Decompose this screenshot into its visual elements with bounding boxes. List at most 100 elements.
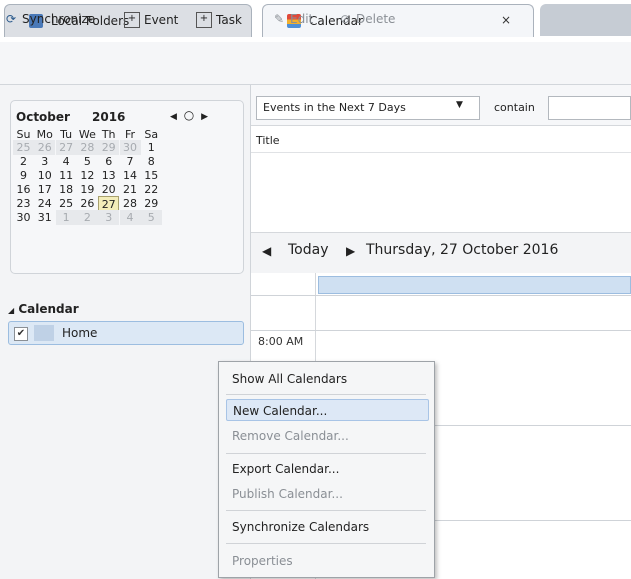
event-list-header (251, 126, 631, 153)
sync-icon: ⟳ (5, 12, 17, 26)
calendar-item-label: Home (62, 326, 98, 340)
calendar-day[interactable]: 2 (76, 210, 98, 225)
menu-item-label: Export Calendar... (232, 462, 340, 476)
tab-strip-background (540, 4, 631, 36)
synchronize-label: Synchronize (22, 12, 96, 26)
calendar-day[interactable]: 1 (55, 210, 77, 225)
calendar-day[interactable]: 25 (13, 140, 34, 155)
calendar-day[interactable]: 7 (120, 154, 141, 169)
all-day-events-bar[interactable] (318, 276, 631, 294)
previous-day-button[interactable]: ◀ (262, 244, 271, 258)
calendar-day[interactable]: 22 (141, 182, 162, 197)
calendar-day[interactable]: 12 (77, 168, 98, 183)
calendar-day[interactable]: 3 (34, 154, 55, 169)
contain-label: contain (494, 101, 535, 114)
calendar-checkbox[interactable]: ✔ (14, 327, 28, 341)
menu-separator (226, 510, 426, 511)
toolbar (0, 42, 631, 85)
calendar-day[interactable]: 13 (98, 168, 119, 183)
calendar-day[interactable]: 20 (98, 182, 119, 197)
calendar-day[interactable]: 30 (119, 140, 141, 155)
calendar-day[interactable]: 29 (141, 196, 162, 211)
menu-item-remove-calendar[interactable]: Remove Calendar... (226, 425, 429, 447)
calendar-day[interactable]: 5 (77, 154, 98, 169)
calendar-day[interactable]: 28 (76, 140, 98, 155)
mini-calendar-year[interactable]: 2016 (92, 110, 125, 124)
calendar-day[interactable]: 26 (77, 196, 98, 211)
edit-button[interactable]: ✎ Edit (272, 12, 313, 26)
grid-line (251, 295, 631, 296)
menu-item-label: Remove Calendar... (232, 429, 349, 443)
calendar-day[interactable]: 3 (98, 210, 120, 225)
calendar-day[interactable]: 25 (56, 196, 77, 211)
delete-label: Delete (356, 12, 396, 26)
menu-separator (226, 394, 426, 395)
calendar-day[interactable]: 18 (56, 182, 77, 197)
new-event-button[interactable]: + Event (124, 12, 178, 28)
calendar-day[interactable]: 27 (98, 196, 120, 211)
calendar-day[interactable]: 23 (13, 196, 34, 211)
calendar-day[interactable]: 31 (34, 210, 55, 225)
menu-item-label: Properties (232, 554, 293, 568)
calendar-day[interactable]: 11 (56, 168, 77, 183)
task-label: Task (216, 13, 242, 27)
calendar-day[interactable]: 9 (13, 168, 34, 183)
menu-item-publish-calendar[interactable]: Publish Calendar... (226, 483, 429, 505)
task-icon: + (196, 12, 212, 28)
menu-item-properties[interactable]: Properties (226, 550, 429, 572)
today-button[interactable]: Today (288, 242, 329, 258)
calendar-day[interactable]: 8 (141, 154, 162, 169)
calendar-day[interactable]: 10 (34, 168, 55, 183)
search-input[interactable] (548, 96, 631, 120)
next-month-button[interactable]: ▶ (201, 112, 208, 122)
calendar-day[interactable]: 27 (55, 140, 77, 155)
calendar-day[interactable]: 29 (98, 140, 120, 155)
event-icon: + (124, 12, 140, 28)
chevron-down-icon[interactable]: ▼ (456, 100, 463, 110)
calendar-day[interactable]: 4 (119, 210, 141, 225)
calendar-day[interactable]: 16 (13, 182, 34, 197)
calendar-day[interactable]: 4 (56, 154, 77, 169)
calendar-day[interactable]: 14 (120, 168, 141, 183)
next-day-button[interactable]: ▶ (346, 244, 355, 258)
calendar-day[interactable]: 5 (140, 210, 162, 225)
menu-separator (226, 453, 426, 454)
calendar-day[interactable]: 1 (141, 140, 162, 155)
collapse-icon[interactable]: ◢ (8, 306, 14, 315)
mini-calendar-month[interactable]: October (16, 110, 70, 124)
calendar-day[interactable]: 6 (98, 154, 119, 169)
event-filter-select[interactable]: Events in the Next 7 Days (256, 96, 480, 120)
current-date-label: Thursday, 27 October 2016 (366, 242, 559, 258)
event-label: Event (144, 13, 179, 27)
menu-item-new-calendar[interactable]: New Calendar... (226, 399, 429, 421)
menu-item-synchronize-calendars[interactable]: Synchronize Calendars (226, 516, 429, 538)
calendar-day[interactable]: 26 (34, 140, 56, 155)
calendar-day[interactable]: 15 (141, 168, 162, 183)
delete-button[interactable]: ⊘ Delete (338, 12, 395, 26)
calendar-day[interactable]: 19 (77, 182, 98, 197)
edit-label: Edit (290, 12, 314, 26)
close-icon[interactable]: × (501, 13, 511, 27)
menu-separator (226, 543, 426, 544)
new-task-button[interactable]: + Task (196, 12, 242, 28)
pencil-icon: ✎ (273, 12, 285, 26)
calendar-day[interactable]: 28 (120, 196, 141, 211)
calendar-day[interactable]: 30 (13, 210, 34, 225)
grid-line (251, 330, 631, 331)
menu-item-label: Publish Calendar... (232, 487, 343, 501)
calendar-day[interactable]: 2 (13, 154, 34, 169)
previous-month-button[interactable]: ◀ (170, 112, 177, 122)
column-title[interactable]: Title (256, 134, 280, 147)
time-label: 8:00 AM (258, 335, 304, 348)
calendar-heading-label: Calendar (18, 302, 79, 316)
calendar-color-swatch (34, 325, 54, 341)
calendar-day[interactable]: 21 (120, 182, 141, 197)
synchronize-button[interactable]: ⟳ Synchronize (4, 12, 95, 26)
delete-icon: ⊘ (339, 12, 351, 26)
calendar-day[interactable]: 24 (34, 196, 55, 211)
menu-item-show-all-calendars[interactable]: Show All Calendars (226, 368, 429, 390)
today-button[interactable]: ○ (184, 108, 194, 122)
calendar-list-heading[interactable]: ◢ Calendar (8, 302, 79, 316)
menu-item-export-calendar[interactable]: Export Calendar... (226, 458, 429, 480)
calendar-day[interactable]: 17 (34, 182, 55, 197)
